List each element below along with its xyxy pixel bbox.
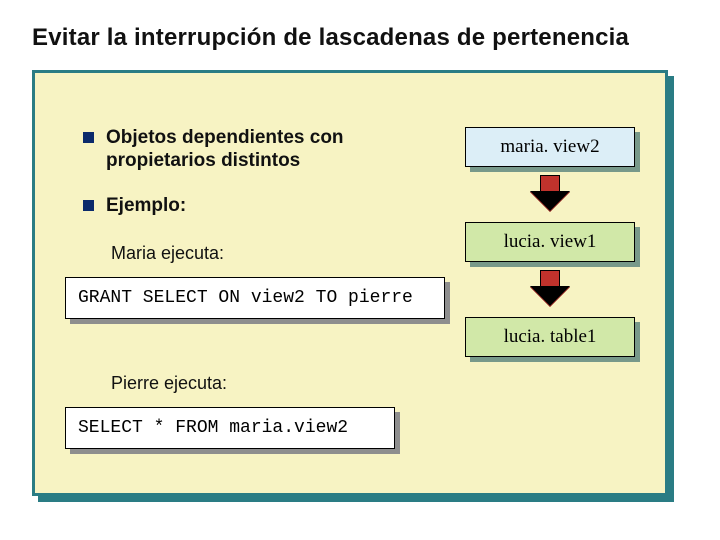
content-panel: Objetos dependientes con propietarios di… xyxy=(32,70,672,500)
bullet-item: Ejemplo: xyxy=(83,195,413,218)
down-arrow-icon xyxy=(465,175,635,212)
code-text: SELECT * FROM maria.view2 xyxy=(65,407,395,449)
code-block-grant: GRANT SELECT ON view2 TO pierre xyxy=(65,277,445,319)
object-box-maria-view2: maria. view2 xyxy=(465,127,635,167)
panel-content: Objetos dependientes con propietarios di… xyxy=(35,73,665,493)
slide-title: Evitar la interrupción de lascadenas de … xyxy=(32,24,692,52)
down-arrow-icon xyxy=(465,270,635,307)
square-bullet-icon xyxy=(83,200,94,211)
bullet-list: Objetos dependientes con propietarios di… xyxy=(83,127,413,239)
pierre-label: Pierre ejecuta: xyxy=(111,373,227,394)
code-block-select: SELECT * FROM maria.view2 xyxy=(65,407,395,449)
object-box-lucia-view1: lucia. view1 xyxy=(465,222,635,262)
bullet-item: Objetos dependientes con propietarios di… xyxy=(83,127,413,173)
bullet-text: Ejemplo: xyxy=(106,195,186,218)
object-label: lucia. table1 xyxy=(465,317,635,357)
object-box-lucia-table1: lucia. table1 xyxy=(465,317,635,357)
square-bullet-icon xyxy=(83,132,94,143)
bullet-text: Objetos dependientes con propietarios di… xyxy=(106,127,413,173)
object-label: lucia. view1 xyxy=(465,222,635,262)
object-label: maria. view2 xyxy=(465,127,635,167)
ownership-chain-diagram: maria. view2 lucia. view1 xyxy=(465,127,635,365)
panel-body: Objetos dependientes con propietarios di… xyxy=(32,70,668,496)
maria-label: Maria ejecuta: xyxy=(111,243,224,264)
slide: Evitar la interrupción de lascadenas de … xyxy=(0,0,720,540)
code-text: GRANT SELECT ON view2 TO pierre xyxy=(65,277,445,319)
